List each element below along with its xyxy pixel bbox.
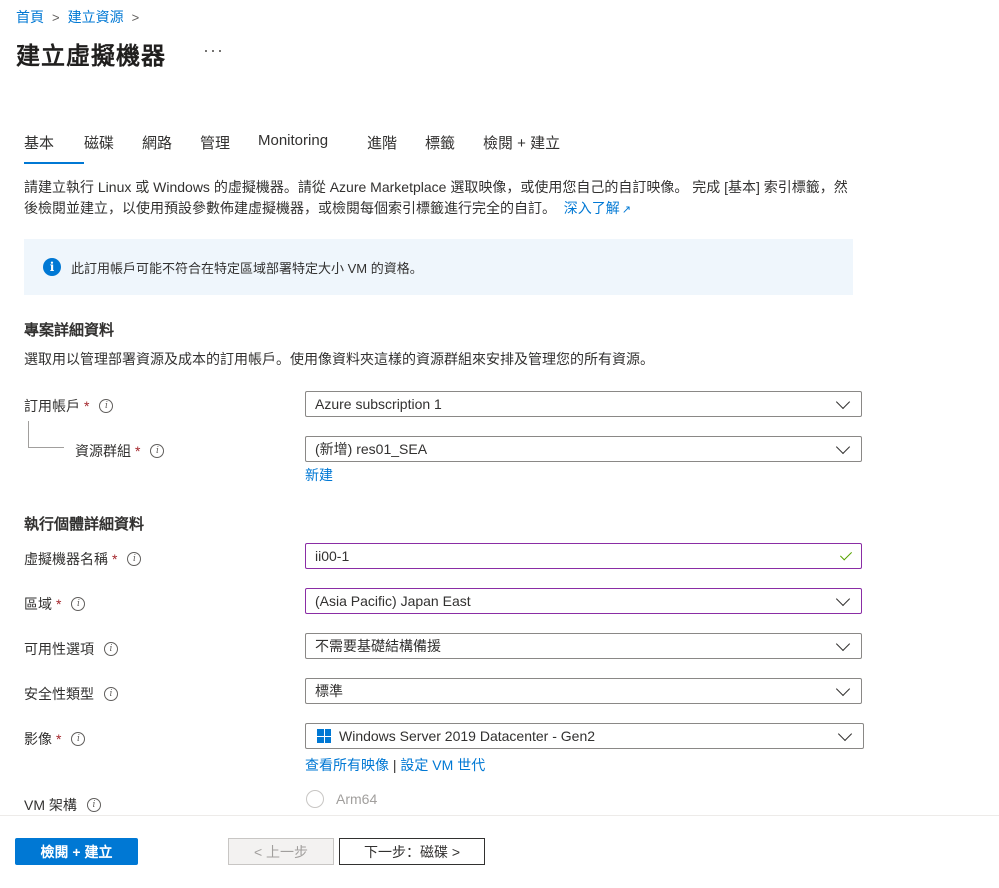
breadcrumb: 首頁 > 建立資源 > xyxy=(16,7,147,27)
info-tooltip-icon[interactable]: i xyxy=(150,444,165,458)
page-title: 建立虛擬機器 xyxy=(16,43,166,70)
chevron-down-icon xyxy=(837,726,853,741)
availability-dropdown[interactable]: 不需要基礎結構備援 xyxy=(305,633,862,659)
region-label: 區域 * i xyxy=(24,594,86,614)
instance-details-title: 執行個體詳細資料 xyxy=(24,516,145,533)
tab-networking[interactable]: 網路 xyxy=(142,132,200,164)
chevron-down-icon xyxy=(835,439,851,454)
arm64-radio-option[interactable]: Arm64 xyxy=(306,790,377,808)
chevron-down-icon xyxy=(835,681,851,696)
security-type-label: 安全性類型 i xyxy=(24,684,118,704)
next-disks-button[interactable]: 下一步：磁碟 > xyxy=(339,838,485,865)
info-tooltip-icon[interactable]: i xyxy=(71,597,86,611)
resource-group-dropdown[interactable]: (新增) res01_SEA xyxy=(305,436,862,462)
required-marker: * xyxy=(56,596,62,612)
arm64-label: Arm64 xyxy=(336,791,378,807)
breadcrumb-home-link[interactable]: 首頁 xyxy=(16,7,44,27)
tab-basics[interactable]: 基本 xyxy=(24,132,84,164)
info-tooltip-icon[interactable]: i xyxy=(127,552,142,566)
resource-group-label: 資源群組 * i xyxy=(75,441,165,461)
project-details-title: 專案詳細資料 xyxy=(24,322,115,339)
info-tooltip-icon[interactable]: i xyxy=(86,798,101,812)
info-tooltip-icon[interactable]: i xyxy=(99,399,114,413)
vm-name-input[interactable]: ii00-1 xyxy=(305,543,862,569)
tree-connector xyxy=(28,447,64,448)
configure-vm-generation-link[interactable]: 設定 VM 世代 xyxy=(400,757,485,773)
required-marker: * xyxy=(84,398,90,414)
availability-label: 可用性選項 i xyxy=(24,639,118,659)
chevron-down-icon xyxy=(835,394,851,409)
info-tooltip-icon[interactable]: i xyxy=(104,642,118,656)
project-details-desc: 選取用以管理部署資源及成本的訂用帳戶。使用像資料夾這樣的資源群組來安排及管理您的… xyxy=(24,351,654,367)
info-banner-text: 此訂用帳戶可能不符合在特定區域部署特定大小 VM 的資格。 xyxy=(71,260,423,276)
info-icon: i xyxy=(43,258,61,276)
required-marker: * xyxy=(135,443,141,459)
tab-management[interactable]: 管理 xyxy=(200,132,258,164)
info-tooltip-icon[interactable]: i xyxy=(104,687,118,701)
image-links: 查看所有映像 | 設定 VM 世代 xyxy=(305,755,485,775)
tab-tags[interactable]: 標籤 xyxy=(425,132,483,164)
link-separator: | xyxy=(392,757,397,773)
chevron-right-icon: > xyxy=(52,9,60,25)
tree-connector xyxy=(28,421,29,447)
intro-text: 請建立執行 Linux 或 Windows 的虛擬機器。請從 Azure Mar… xyxy=(24,177,854,221)
previous-button[interactable]: < 上一步 xyxy=(228,838,334,865)
tab-advanced[interactable]: 進階 xyxy=(367,132,425,164)
see-all-images-link[interactable]: 查看所有映像 xyxy=(305,757,389,773)
vm-name-label: 虛擬機器名稱 * i xyxy=(24,549,142,569)
more-options-icon[interactable]: ··· xyxy=(203,40,224,61)
tab-disks[interactable]: 磁碟 xyxy=(84,132,142,164)
windows-logo-icon xyxy=(317,729,331,743)
chevron-right-icon: > xyxy=(131,9,140,25)
learn-more-link[interactable]: 深入了解 ↗ xyxy=(564,200,631,216)
create-new-rg-link[interactable]: 新建 xyxy=(305,465,333,485)
image-dropdown[interactable]: Windows Server 2019 Datacenter - Gen2 xyxy=(305,723,864,749)
subscription-dropdown[interactable]: Azure subscription 1 xyxy=(305,391,862,417)
external-link-icon: ↗ xyxy=(621,204,631,216)
subscription-label: 訂用帳戶 * i xyxy=(24,396,114,416)
required-marker: * xyxy=(56,731,62,747)
chevron-down-icon xyxy=(835,636,851,651)
chevron-down-icon xyxy=(835,591,851,606)
footer-divider xyxy=(0,815,999,816)
review-create-button[interactable]: 檢閱 + 建立 xyxy=(15,838,138,865)
region-dropdown[interactable]: (Asia Pacific) Japan East xyxy=(305,588,862,614)
breadcrumb-create-link[interactable]: 建立資源 xyxy=(68,7,124,27)
tab-bar: 基本 磁碟 網路 管理 Monitoring 進階 標籤 檢閱 + 建立 xyxy=(24,132,583,164)
image-label: 影像 * i xyxy=(24,729,86,749)
info-tooltip-icon[interactable]: i xyxy=(71,732,86,746)
radio-button[interactable] xyxy=(306,790,324,808)
required-marker: * xyxy=(112,551,118,567)
security-type-dropdown[interactable]: 標準 xyxy=(305,678,862,704)
info-banner: i 此訂用帳戶可能不符合在特定區域部署特定大小 VM 的資格。 xyxy=(24,239,853,295)
tab-monitoring[interactable]: Monitoring xyxy=(258,132,367,164)
intro-description: 請建立執行 Linux 或 Windows 的虛擬機器。請從 Azure Mar… xyxy=(24,179,848,216)
tab-review-create[interactable]: 檢閱 + 建立 xyxy=(483,132,583,164)
vm-architecture-label: VM 架構 i xyxy=(24,795,101,815)
